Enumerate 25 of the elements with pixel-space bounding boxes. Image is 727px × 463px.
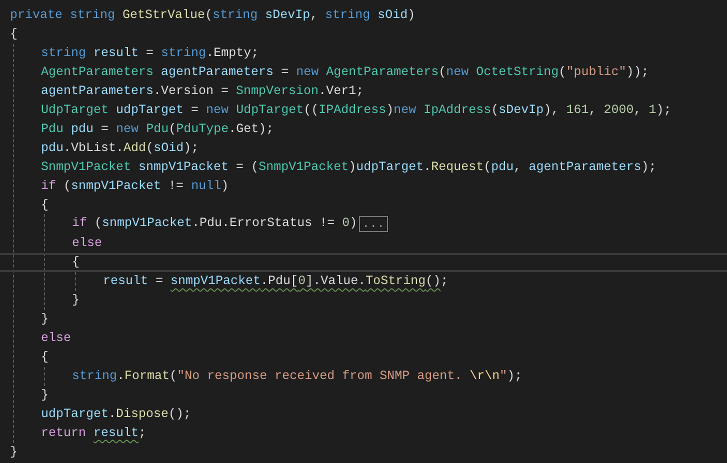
code-line: {: [72, 254, 80, 272]
code-line: {: [41, 349, 49, 366]
code-line: else: [41, 330, 72, 348]
code-line: }: [72, 292, 80, 310]
code-line: }: [41, 387, 49, 404]
code-line: UdpTarget udpTarget = new UdpTarget((IPAddress)new IpAddress(sDevIp), 161, 2000, 1);: [41, 102, 672, 119]
code-line: else: [72, 235, 102, 252]
code-line: SnmpV1Packet snmpV1Packet = (SnmpV1Packet)udpTarget.Request(pdu, agentParameters);: [41, 158, 656, 176]
code-line: Pdu pdu = new Pdu(PduType.Get);: [41, 120, 274, 138]
code-line: pdu.VbList.Add(sOid);: [41, 140, 199, 157]
code-line: string result = string.Empty;: [41, 44, 259, 62]
code-line: if (snmpV1Packet.Pdu.ErrorStatus != 0): [72, 215, 358, 232]
code-line: private string GetStrValue(string sDevIp, string sOid): [10, 7, 416, 24]
code-line: }: [41, 311, 49, 328]
code-line: string.Format("No response received from SNMP agent. \r\n");: [72, 368, 522, 386]
code-line: udpTarget.Dispose();: [41, 406, 192, 424]
code-line: {: [41, 196, 49, 214]
code-line: AgentParameters agentParameters = new AgentParameters(new OctetString("public"));: [41, 64, 649, 81]
code-line: }: [10, 444, 18, 461]
code-line: if (snmpV1Packet != null): [41, 178, 229, 195]
collapsed-code-marker[interactable]: ...: [359, 216, 388, 232]
code-line: {: [10, 26, 18, 43]
code-line: agentParameters.Version = SnmpVersion.Ver1;: [41, 82, 364, 100]
code-line: return result;: [41, 425, 146, 442]
code-line: result = snmpV1Packet.Pdu[0].Value.ToString();: [103, 273, 448, 290]
